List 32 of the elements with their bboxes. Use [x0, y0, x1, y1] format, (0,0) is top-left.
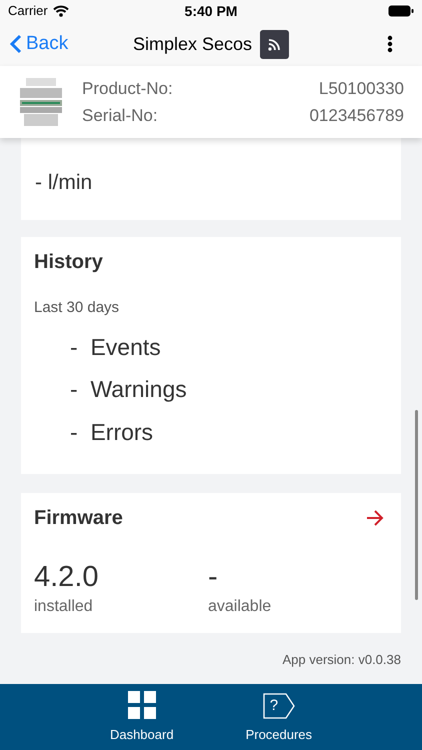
history-item: - Warnings — [70, 375, 188, 404]
firmware-version: - — [208, 560, 219, 595]
firmware-version: 4.2.0 — [34, 560, 100, 595]
clock-time: 5:40 PM — [184, 2, 238, 20]
firmware-label: installed — [34, 597, 94, 617]
card-title: History — [34, 250, 104, 275]
flow-value: - l/min — [35, 170, 92, 196]
tab-button[interactable]: Dashboard — [110, 684, 174, 750]
arrow-right-icon[interactable] — [366, 510, 384, 526]
card-title: Firmware — [34, 506, 123, 531]
signal-icon[interactable] — [260, 30, 290, 58]
more-icon[interactable] — [387, 35, 393, 53]
grid-icon — [128, 690, 156, 718]
battery-icon — [388, 5, 414, 17]
field-value: 0123456789 — [309, 105, 404, 127]
manifold-drawing — [18, 76, 64, 128]
screen-title: Simplex Secos — [132, 32, 252, 56]
history-item: - Errors — [70, 418, 154, 446]
field-value: L50100330 — [318, 78, 404, 100]
card-subtitle: Last 30 days — [34, 298, 120, 318]
field-label: Serial-No: — [82, 105, 159, 127]
firmware-label: available — [208, 597, 272, 617]
app-version: App version: v0.0.38 — [282, 651, 401, 669]
question-mark: ? — [270, 696, 278, 716]
history-item: - Events — [70, 332, 162, 362]
carrier-label: Carrier — [8, 2, 48, 20]
back-chevron-icon — [10, 34, 22, 54]
back-button[interactable]: Back — [10, 30, 68, 58]
field-label: Product-No: — [82, 78, 174, 100]
tab-button[interactable]: ? Procedures — [246, 684, 312, 750]
wifi-icon — [52, 5, 69, 17]
tag-icon — [262, 692, 295, 718]
